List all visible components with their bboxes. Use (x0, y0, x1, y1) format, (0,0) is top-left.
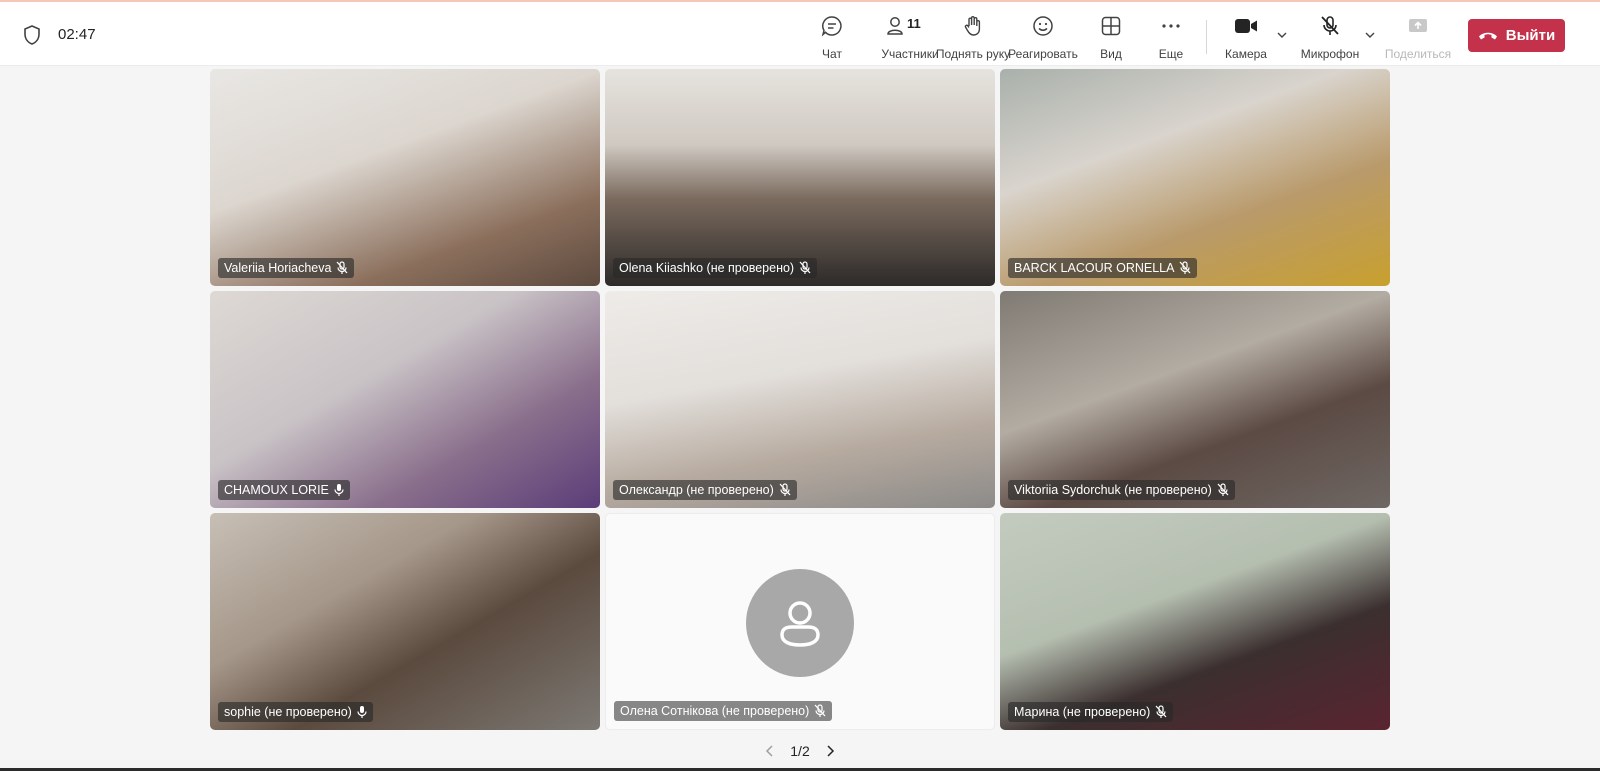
participants-count: 11 (907, 16, 921, 31)
mic-muted-icon (779, 483, 791, 496)
smiley-icon (1029, 12, 1057, 40)
participant-name-tag: CHAMOUX LORIE (218, 480, 350, 500)
participant-name: Марина (не проверено) (1014, 705, 1151, 719)
meeting-timer: 02:47 (58, 26, 96, 43)
raise-hand-icon (959, 12, 987, 40)
video-tile[interactable]: Олександр (не проверено) (605, 291, 995, 508)
video-tile[interactable]: Olena Kiiashko (не проверено) (605, 69, 995, 286)
mic-muted-icon (1179, 261, 1191, 274)
camera-options-chevron-icon[interactable] (1275, 28, 1289, 42)
phone-hangup-icon (1478, 32, 1497, 39)
camera-label: Камера (1225, 47, 1267, 61)
participant-name-tag: Valeriia Horiacheva (218, 258, 355, 278)
mic-on-icon (334, 484, 344, 496)
share-screen-icon (1404, 12, 1432, 40)
react-label: Реагировать (1008, 47, 1078, 61)
microphone-label: Микрофон (1300, 47, 1360, 61)
chat-icon (818, 12, 846, 40)
participant-name: Viktoriia Sydorchuk (не проверено) (1014, 483, 1212, 497)
raise-hand-label: Поднять руку (935, 47, 1011, 61)
video-tile[interactable]: BARCK LACOUR ORNELLA (1000, 69, 1390, 286)
video-tile[interactable]: Valeriia Horiacheva (210, 69, 600, 286)
more-dots-icon (1157, 12, 1185, 40)
mic-muted-icon (1155, 705, 1167, 718)
participant-name: CHAMOUX LORIE (224, 483, 329, 497)
video-tile[interactable]: Марина (не проверено) (1000, 513, 1390, 730)
mic-muted-icon (799, 261, 811, 274)
participant-name: Олександр (не проверено) (619, 483, 774, 497)
more-button[interactable]: Еще (1157, 12, 1185, 62)
page-indicator: 1/2 (790, 743, 810, 759)
leave-button[interactable]: Выйти (1468, 19, 1565, 52)
mic-off-icon (1316, 12, 1344, 40)
participant-name-tag: BARCK LACOUR ORNELLA (1008, 258, 1198, 278)
video-tile[interactable]: sophie (не проверено) (210, 513, 600, 730)
share-label: Поделиться (1384, 47, 1452, 61)
participant-name-tag: Viktoriia Sydorchuk (не проверено) (1008, 480, 1235, 500)
person-icon (780, 601, 820, 647)
meeting-toolbar: 02:47 Чат 11 Участники Поднять руку Реаг… (0, 2, 1600, 66)
video-tile[interactable]: Viktoriia Sydorchuk (не проверено) (1000, 291, 1390, 508)
pagination: 1/2 (0, 734, 1600, 768)
view-button[interactable]: Вид (1097, 12, 1125, 62)
video-grid: Valeriia Horiacheva Olena Kiiashko (не п… (210, 69, 1390, 731)
participant-name: Olena Kiiashko (не проверено) (619, 261, 795, 275)
participant-name-tag: Олександр (не проверено) (613, 480, 797, 500)
avatar (746, 569, 854, 677)
toolbar-divider (1206, 20, 1207, 54)
video-tile[interactable]: CHAMOUX LORIE (210, 291, 600, 508)
camera-icon (1232, 12, 1260, 40)
react-button[interactable]: Реагировать (1008, 12, 1078, 62)
mic-on-icon (357, 706, 367, 718)
grid-view-icon (1097, 12, 1125, 40)
view-label: Вид (1100, 47, 1122, 61)
microphone-button[interactable]: Микрофон (1300, 12, 1360, 62)
mic-muted-icon (336, 261, 348, 274)
leave-label: Выйти (1505, 27, 1556, 44)
chat-label: Чат (822, 47, 842, 61)
share-button[interactable]: Поделиться (1384, 12, 1452, 62)
participant-name: BARCK LACOUR ORNELLA (1014, 261, 1175, 275)
next-page-chevron-icon[interactable] (824, 744, 836, 758)
participant-name-tag: Olena Kiiashko (не проверено) (613, 258, 818, 278)
participant-name: Олена Сотнікова (не проверено) (620, 704, 810, 718)
previous-page-chevron-icon[interactable] (764, 744, 776, 758)
mic-muted-icon (814, 704, 826, 717)
participant-name-tag: Марина (не проверено) (1008, 702, 1174, 722)
participant-name-tag: sophie (не проверено) (218, 702, 373, 722)
more-label: Еще (1158, 47, 1184, 61)
participant-name: Valeriia Horiacheva (224, 261, 332, 275)
chat-button[interactable]: Чат (818, 12, 846, 62)
participant-name: sophie (не проверено) (224, 705, 352, 719)
video-tile-no-camera[interactable]: Олена Сотнікова (не проверено) (605, 513, 995, 730)
raise-hand-button[interactable]: Поднять руку (928, 12, 1018, 62)
mic-muted-icon (1217, 483, 1229, 496)
shield-icon[interactable] (22, 24, 42, 46)
microphone-options-chevron-icon[interactable] (1363, 28, 1377, 42)
participant-name-tag: Олена Сотнікова (не проверено) (614, 701, 833, 721)
camera-button[interactable]: Камера (1224, 12, 1268, 62)
